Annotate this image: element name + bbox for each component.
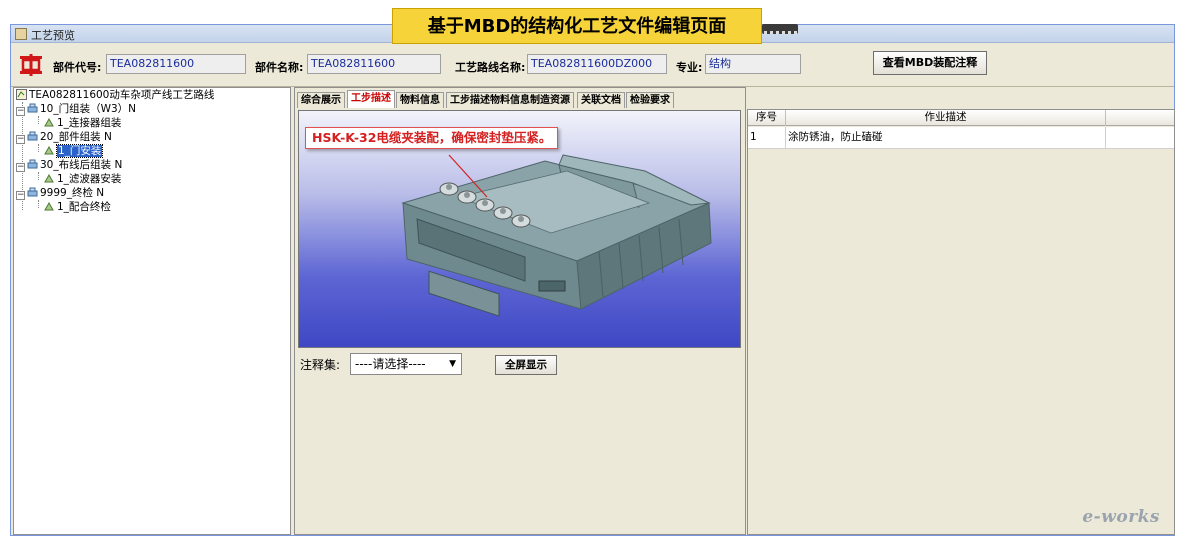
collapse-toggle-icon[interactable]: − bbox=[16, 191, 25, 200]
header-fields: 部件代号: TEA082811600 部件名称: TEA082811600 工艺… bbox=[11, 43, 1174, 87]
tree-root-label: TEA082811600动车杂项产线工艺路线 bbox=[29, 89, 215, 101]
route-icon bbox=[16, 89, 27, 100]
route-name-label: 工艺路线名称: bbox=[455, 61, 526, 74]
specialty-field[interactable]: 结构 bbox=[705, 54, 801, 74]
view-mbd-annotation-button[interactable]: 查看MBD装配注释 bbox=[873, 51, 987, 75]
tab-material-info[interactable]: 物料信息 bbox=[396, 92, 444, 108]
tree-root[interactable]: TEA082811600动车杂项产线工艺路线 bbox=[16, 88, 214, 102]
tree-node-label: 10_门组装（W3）N bbox=[40, 103, 137, 115]
app-window: 工艺预览 部件代号: TEA082811600 部件名称: TEA0828116… bbox=[10, 24, 1175, 536]
operation-node-icon bbox=[27, 187, 38, 197]
tree-connector bbox=[38, 116, 39, 124]
tree-connector bbox=[38, 172, 39, 180]
fullscreen-button[interactable]: 全屏显示 bbox=[495, 355, 557, 375]
step-node-icon bbox=[44, 173, 54, 183]
tree-leaf-label: 1_连接器组装 bbox=[57, 117, 122, 129]
step-node-icon bbox=[44, 117, 54, 127]
process-route-tree: TEA082811600动车杂项产线工艺路线 − 10_门组装（W3）N 1_连接… bbox=[13, 87, 291, 535]
table-row[interactable]: 1 涂防锈油，防止磕碰 bbox=[748, 127, 1174, 149]
operation-table: 序号 作业描述 1 涂防锈油，防止磕碰 bbox=[747, 109, 1175, 535]
app-icon bbox=[15, 28, 27, 40]
tree-node-10[interactable]: − 10_门组装（W3）N bbox=[16, 102, 136, 116]
tree-node-20[interactable]: − 20_部件组装 N bbox=[16, 130, 112, 144]
e-works-watermark: e-works bbox=[1082, 507, 1160, 527]
step-node-icon bbox=[44, 201, 54, 211]
collapse-toggle-icon[interactable]: − bbox=[16, 135, 25, 144]
annotation-callout: HSK-K-32电缆夹装配，确保密封垫压紧。 bbox=[305, 127, 559, 149]
part-name-field[interactable]: TEA082811600 bbox=[307, 54, 441, 74]
operation-node-icon bbox=[27, 103, 38, 113]
tree-node-label: 9999_终检 N bbox=[40, 187, 105, 199]
annotation-set-select[interactable]: ----请选择---- ▼ bbox=[350, 353, 462, 375]
tree-leaf-label: 1_滤波器安装 bbox=[57, 173, 122, 185]
tab-overview[interactable]: 综合展示 bbox=[297, 92, 345, 108]
tree-connector bbox=[38, 144, 39, 152]
tree-node-9999[interactable]: − 9999_终检 N bbox=[16, 186, 104, 200]
tab-step-description[interactable]: 工步描述 bbox=[347, 90, 395, 108]
tree-leaf[interactable]: 1_配合终检 bbox=[44, 200, 111, 214]
tab-related-documents[interactable]: 关联文档 bbox=[577, 92, 625, 108]
row-description-cell[interactable]: 涂防锈油，防止磕碰 bbox=[786, 127, 1106, 149]
part-name-label: 部件名称: bbox=[255, 61, 304, 74]
step-detail-panel: 综合展示 工步描述 物料信息 工步描述物料信息制造资源 关联文档 检验要求 HS… bbox=[294, 87, 746, 535]
annotation-set-value: ----请选择---- bbox=[355, 357, 426, 371]
tree-connector bbox=[38, 200, 39, 208]
annotation-set-label: 注释集: bbox=[300, 358, 341, 372]
part-code-field[interactable]: TEA082811600 bbox=[106, 54, 246, 74]
collapse-toggle-icon[interactable]: − bbox=[16, 163, 25, 172]
tab-inspection-requirements[interactable]: 检验要求 bbox=[626, 92, 674, 108]
column-header-description[interactable]: 作业描述 bbox=[786, 110, 1106, 126]
tree-leaf-label: 1_门安装 bbox=[55, 144, 104, 158]
specialty-label: 专业: bbox=[676, 61, 703, 74]
part-code-label: 部件代号: bbox=[53, 61, 102, 74]
page-caption-banner: 基于MBD的结构化工艺文件编辑页面 bbox=[392, 8, 762, 44]
mbd-3d-viewport[interactable]: HSK-K-32电缆夹装配，确保密封垫压紧。 bbox=[298, 110, 741, 348]
tree-leaf[interactable]: 1_滤波器安装 bbox=[44, 172, 121, 186]
dots-decoration bbox=[762, 24, 798, 34]
operation-node-icon bbox=[27, 159, 38, 169]
row-index-cell: 1 bbox=[748, 127, 786, 149]
column-header-index[interactable]: 序号 bbox=[748, 110, 786, 126]
tree-node-label: 30_布线后组装 N bbox=[40, 159, 123, 171]
operation-node-icon bbox=[27, 131, 38, 141]
step-node-icon bbox=[44, 145, 54, 155]
tree-node-30[interactable]: − 30_布线后组装 N bbox=[16, 158, 122, 172]
tree-leaf-selected[interactable]: 1_门安装 bbox=[44, 144, 104, 158]
company-logo-icon bbox=[20, 54, 42, 76]
dropdown-arrow-icon: ▼ bbox=[449, 359, 456, 369]
tab-bar: 综合展示 工步描述 物料信息 工步描述物料信息制造资源 关联文档 检验要求 bbox=[295, 90, 745, 108]
window-title: 工艺预览 bbox=[31, 29, 75, 42]
tree-node-label: 20_部件组装 N bbox=[40, 131, 112, 143]
table-header: 序号 作业描述 bbox=[748, 110, 1174, 126]
tree-leaf[interactable]: 1_连接器组装 bbox=[44, 116, 121, 130]
tree-leaf-label: 1_配合终检 bbox=[57, 201, 111, 213]
collapse-toggle-icon[interactable]: − bbox=[16, 107, 25, 116]
tab-step-material-resources[interactable]: 工步描述物料信息制造资源 bbox=[446, 92, 574, 108]
annotation-set-row: 注释集: ----请选择---- ▼ 全屏显示 bbox=[298, 353, 738, 375]
route-name-field[interactable]: TEA082811600DZ000 bbox=[527, 54, 667, 74]
